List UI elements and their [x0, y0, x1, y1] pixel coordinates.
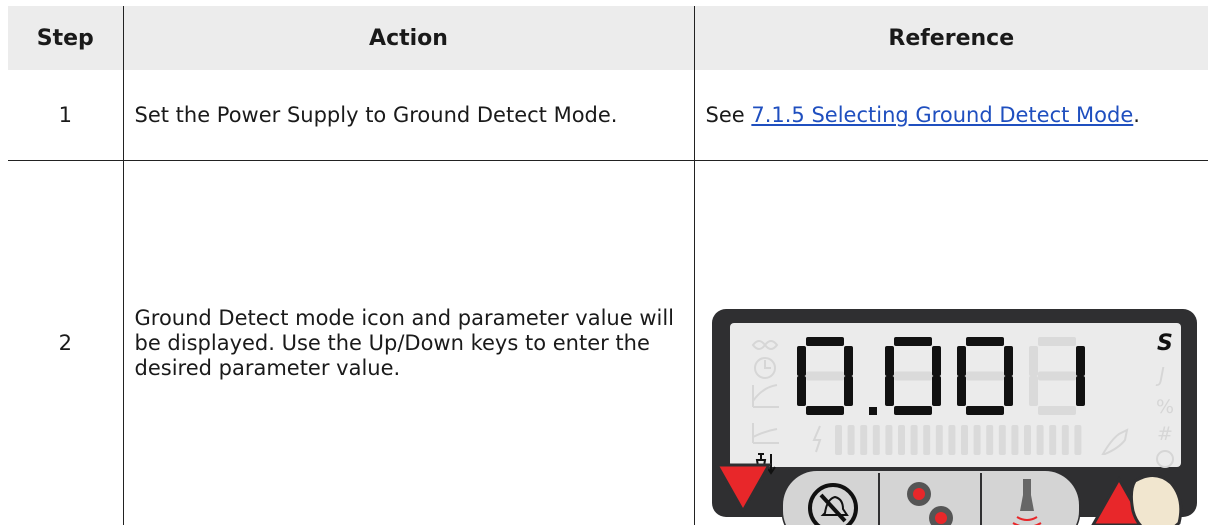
reference-prefix: See [705, 102, 752, 127]
step-number: 2 [8, 160, 124, 525]
digit-segment [884, 376, 894, 406]
table-row: 1 Set the Power Supply to Ground Detect … [8, 70, 1208, 161]
bargraph-segment [973, 425, 981, 455]
header-reference: Reference [694, 6, 1208, 70]
digit-segment [1075, 376, 1085, 406]
digit-segment [1003, 376, 1013, 406]
step-number: 1 [8, 70, 124, 161]
digit-segment [965, 371, 1004, 381]
digit-segment [893, 371, 932, 381]
action-text: Set the Power Supply to Ground Detect Mo… [123, 70, 695, 161]
digit-segment [1037, 406, 1076, 415]
digit-segment [931, 346, 941, 376]
digit-segment [931, 376, 941, 406]
gear-red-dot [934, 512, 947, 524]
bargraph-segment [935, 425, 943, 455]
bargraph-segment [834, 425, 842, 455]
digit-segment [884, 346, 894, 376]
digit-segment [1028, 376, 1038, 406]
digit-segment [956, 376, 966, 406]
header-row: Step Action Reference [8, 6, 1208, 70]
header-step: Step [8, 6, 124, 70]
bargraph-segment [897, 425, 905, 455]
bargraph-segment [922, 425, 930, 455]
digit-segment [796, 346, 806, 376]
digit-segment [843, 346, 853, 376]
bargraph-segment [1048, 425, 1056, 455]
table-row: 2 Ground Detect mode icon and parameter … [8, 160, 1209, 525]
bargraph-segment [1036, 425, 1044, 455]
digit-segment [805, 406, 844, 415]
reference-suffix: . [1133, 102, 1140, 127]
bargraph-segment [1073, 425, 1081, 455]
digit-segment [956, 346, 966, 376]
horn-icon [1022, 479, 1031, 495]
bargraph-segment [998, 425, 1006, 455]
procedure-table: Step Action Reference 1 Set the Power Su… [8, 6, 1208, 525]
digit-segment [1003, 346, 1013, 376]
bargraph-segment [872, 425, 880, 455]
digit-segment [1075, 346, 1085, 376]
digit-segment [1028, 346, 1038, 376]
bargraph-segment [847, 425, 855, 455]
bargraph-segment [859, 425, 867, 455]
digit-segment [843, 376, 853, 406]
bargraph-segment [960, 425, 968, 455]
bargraph-segment [1010, 425, 1018, 455]
reference-cell: S J % # [694, 161, 1209, 525]
bargraph-segment [985, 425, 993, 455]
action-text: Ground Detect mode icon and parameter va… [123, 160, 695, 525]
digit-segment [805, 371, 844, 381]
reference-link[interactable]: 7.1.5 Selecting Ground Detect Mode [751, 103, 1133, 127]
bargraph-segment [1023, 425, 1031, 455]
digit-segment [796, 376, 806, 406]
bargraph-segment [884, 425, 892, 455]
gear-red-dot [912, 488, 925, 500]
reference-cell: See 7.1.5 Selecting Ground Detect Mode. [694, 70, 1208, 161]
decimal-point [868, 407, 877, 415]
digit-segment [893, 337, 932, 346]
digit-segment [1037, 337, 1076, 346]
unit-percent: % [1156, 396, 1174, 418]
bargraph-segment [947, 425, 955, 455]
digit-segment [805, 337, 844, 346]
digit-segment [893, 406, 932, 415]
unit-seconds: S [1157, 331, 1173, 356]
digit-segment [965, 337, 1004, 346]
digit-segment [1037, 371, 1076, 381]
front-panel-svg: S J % # [711, 309, 1197, 525]
bargraph-segment [910, 425, 918, 455]
unit-count: # [1157, 423, 1173, 445]
front-panel-illustration: S J % # [695, 161, 1209, 525]
digit-segment [965, 406, 1004, 415]
header-action: Action [123, 6, 695, 70]
bargraph-segment [1061, 425, 1069, 455]
